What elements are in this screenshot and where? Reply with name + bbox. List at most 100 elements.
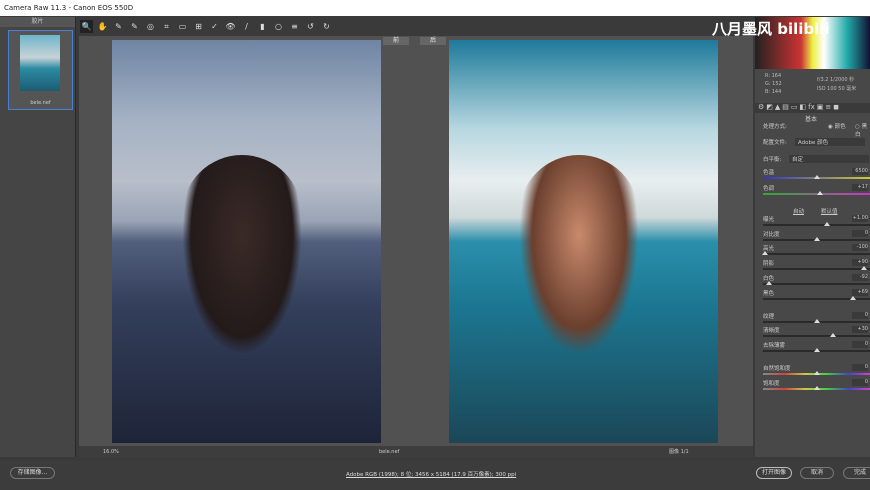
slider-label: 阴影	[763, 261, 775, 267]
tool-icon-14[interactable]: ↺	[304, 20, 317, 33]
exposure-info: f/3.2 1/2000 秒	[817, 77, 855, 83]
file-name: bele.nef	[379, 449, 400, 455]
open-image-button[interactable]: 打开图像	[756, 467, 792, 479]
slider-label: 清晰度	[763, 328, 780, 334]
tool-icon-7[interactable]: ⊞	[192, 20, 205, 33]
slider-thumb[interactable]	[814, 371, 820, 375]
slider-value-input[interactable]: -100	[852, 244, 868, 251]
tool-icon-12[interactable]: ○	[272, 20, 285, 33]
slider-value-input[interactable]: 0	[852, 312, 868, 319]
slider-track[interactable]	[763, 224, 870, 226]
tool-icon-4[interactable]: ◎	[144, 20, 157, 33]
slider-value-input[interactable]: +30	[852, 326, 868, 333]
zoom-level[interactable]: 16.0%	[103, 446, 119, 458]
slider-6[interactable]: 白色 -92	[763, 274, 870, 288]
done-button[interactable]: 完成	[843, 467, 870, 479]
before-label: 前	[383, 37, 409, 45]
slider-12[interactable]: 饱和度 0	[763, 379, 870, 393]
after-photo[interactable]	[449, 40, 718, 443]
tool-icon-15[interactable]: ↻	[320, 20, 333, 33]
title-bar: Camera Raw 11.3 - Canon EOS 550D	[0, 0, 870, 16]
tool-icon-10[interactable]: /	[240, 20, 253, 33]
slider-7[interactable]: 黑色 +69	[763, 289, 870, 303]
slider-5[interactable]: 阴影 +90	[763, 259, 870, 273]
slider-value-input[interactable]: +90	[852, 259, 868, 266]
thumbnail-image	[20, 35, 60, 91]
save-image-button[interactable]: 存储图像...	[10, 467, 55, 479]
tool-icon-8[interactable]: ✓	[208, 20, 221, 33]
subject	[519, 155, 639, 355]
slider-track[interactable]	[763, 253, 870, 255]
tool-icon-3[interactable]: ✎	[128, 20, 141, 33]
treatment-bw-radio[interactable]: ○ 黑白	[855, 122, 870, 138]
slider-label: 对比度	[763, 232, 780, 238]
slider-11[interactable]: 自然饱和度 0	[763, 364, 870, 378]
slider-value-input[interactable]: -92	[852, 274, 868, 281]
slider-label: 去除薄雾	[763, 343, 786, 349]
adjustment-panel: R: 164 G: 152 B: 144 f/3.2 1/2000 秒 ISO …	[755, 17, 870, 457]
tool-icon-5[interactable]: ⌗	[160, 20, 173, 33]
slider-thumb[interactable]	[814, 319, 820, 323]
slider-thumb[interactable]	[817, 191, 824, 195]
slider-thumb[interactable]	[829, 333, 836, 337]
slider-label: 黑色	[763, 291, 775, 297]
g-value: G: 152	[765, 81, 782, 87]
slider-thumb[interactable]	[766, 281, 773, 285]
workflow-options-link[interactable]: Adobe RGB (1998); 8 位; 3456 x 5184 (17.9…	[346, 470, 516, 478]
slider-1[interactable]: 色调 +17	[763, 184, 870, 198]
slider-4[interactable]: 高光 -100	[762, 244, 870, 258]
cancel-button[interactable]: 取消	[800, 467, 834, 479]
before-photo[interactable]	[112, 40, 381, 443]
preview-status-bar: 16.0% bele.nef 图像 1/1	[79, 446, 753, 458]
profile-label: 配置文件:	[763, 140, 787, 146]
filmstrip-thumbnail[interactable]: bele.nef	[8, 30, 73, 110]
slider-value-input[interactable]: 0	[852, 341, 868, 348]
slider-value-input[interactable]: 0	[852, 230, 868, 237]
readout: R: 164 G: 152 B: 144 f/3.2 1/2000 秒 ISO …	[755, 71, 870, 101]
treatment-color-radio[interactable]: ◉ 颜色	[828, 122, 846, 130]
tool-icon-11[interactable]: ▮	[256, 20, 269, 33]
slider-value-input[interactable]: +1.00	[852, 215, 868, 222]
treatment-label: 处理方式:	[763, 124, 787, 130]
slider-thumb[interactable]	[860, 266, 867, 270]
slider-value-input[interactable]: +69	[852, 289, 868, 296]
slider-label: 饱和度	[763, 381, 780, 387]
profile-select[interactable]: Adobe 颜色	[795, 138, 865, 146]
tool-icon-0[interactable]: 🔍	[80, 20, 93, 33]
wb-select[interactable]: 自定	[789, 155, 869, 163]
slider-track[interactable]	[763, 268, 870, 270]
default-link[interactable]: 默认值	[821, 207, 838, 215]
slider-thumb[interactable]	[814, 386, 820, 390]
slider-value-input[interactable]: 0	[852, 379, 868, 386]
tool-icon-2[interactable]: ✎	[112, 20, 125, 33]
slider-3[interactable]: 对比度 0	[763, 230, 870, 244]
slider-10[interactable]: 去除薄雾 0	[763, 341, 870, 355]
slider-2[interactable]: 曝光 +1.00	[763, 215, 870, 229]
tool-icon-9[interactable]: 👁	[224, 20, 237, 33]
slider-thumb[interactable]	[814, 348, 820, 352]
slider-9[interactable]: 清晰度 +30	[763, 326, 870, 340]
slider-track[interactable]	[763, 283, 870, 285]
slider-thumb[interactable]	[850, 296, 857, 300]
wb-label: 白平衡:	[763, 157, 782, 163]
tool-icon-1[interactable]: ✋	[96, 20, 109, 33]
tool-icon-13[interactable]: ≡	[288, 20, 301, 33]
slider-value-input[interactable]: +17	[852, 184, 868, 191]
slider-thumb[interactable]	[824, 222, 831, 226]
auto-link[interactable]: 自动	[793, 207, 804, 215]
slider-value-input[interactable]: 0	[852, 364, 868, 371]
slider-thumb[interactable]	[814, 237, 820, 241]
slider-track[interactable]	[763, 335, 870, 337]
panel-tabs[interactable]: ⚙ ◩ ▲ ▤ ▭ ◧ fx ▣ ≡ ◼	[755, 103, 870, 113]
after-label: 后	[420, 37, 446, 45]
slider-label: 曝光	[763, 217, 775, 223]
tool-icon-6[interactable]: ▭	[176, 20, 189, 33]
slider-value-input[interactable]: 6500	[852, 168, 868, 175]
radio-label: 颜色	[834, 124, 846, 130]
slider-thumb[interactable]	[814, 175, 820, 179]
slider-0[interactable]: 色温 6500	[763, 168, 870, 182]
radio-label: 黑白	[855, 124, 868, 138]
slider-8[interactable]: 纹理 0	[763, 312, 870, 326]
slider-thumb[interactable]	[762, 251, 768, 255]
image-count[interactable]: 图像 1/1	[669, 446, 689, 458]
